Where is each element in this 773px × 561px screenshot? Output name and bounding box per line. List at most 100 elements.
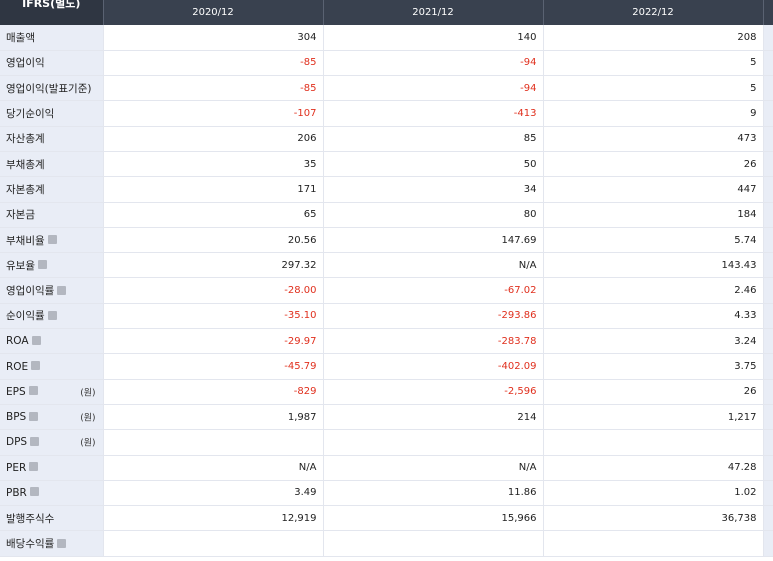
- value-cell: 15,966: [323, 505, 544, 532]
- row-label: 자본금: [6, 209, 35, 222]
- row-label: 유보율: [6, 259, 35, 272]
- info-icon[interactable]: [28, 386, 38, 396]
- info-icon[interactable]: [47, 310, 57, 320]
- info-icon[interactable]: [57, 285, 67, 295]
- value-cell: -85: [103, 50, 324, 77]
- row-edge: [763, 455, 773, 481]
- value-cell: 5: [543, 75, 764, 102]
- row-label: 영업이익률: [6, 285, 55, 298]
- value-cell: 26: [543, 379, 764, 405]
- table-row: 자본금 65 80 184: [0, 202, 773, 228]
- row-label: DPS: [6, 436, 28, 449]
- value-cell: 147.69: [323, 227, 544, 254]
- header-edge: [763, 0, 773, 25]
- row-label-cell: 매출액: [0, 25, 104, 51]
- financial-summary-table: IFRS(별도) 2020/12 2021/12 2022/12 매출액 304 1…: [0, 0, 773, 557]
- value-cell: 2.46: [543, 277, 764, 304]
- value-cell: 36,738: [543, 505, 764, 532]
- row-edge: [763, 404, 773, 431]
- accounting-standard-header: IFRS(별도): [0, 0, 104, 25]
- value-cell: 4.33: [543, 303, 764, 330]
- value-cell: -107: [103, 100, 324, 127]
- row-edge: [763, 252, 773, 279]
- value-cell: -45.79: [103, 353, 324, 380]
- value-cell: [323, 530, 544, 557]
- accounting-standard-label: IFRS(별도): [22, 0, 81, 10]
- row-label: ROA: [6, 335, 29, 348]
- info-icon[interactable]: [29, 462, 39, 472]
- row-edge: [763, 202, 773, 228]
- info-icon[interactable]: [29, 411, 39, 421]
- row-label-cell: 배당수익률: [0, 530, 104, 557]
- row-label-cell: 부채총계: [0, 151, 104, 178]
- value-cell: -29.97: [103, 328, 324, 355]
- info-icon[interactable]: [29, 487, 39, 497]
- row-label-cell: DPS (원): [0, 429, 104, 456]
- row-label: EPS: [6, 385, 26, 398]
- row-edge: [763, 100, 773, 127]
- row-edge: [763, 151, 773, 178]
- value-cell: -413: [323, 100, 544, 127]
- row-label: BPS: [6, 411, 27, 424]
- row-edge: [763, 505, 773, 532]
- value-cell: 47.28: [543, 455, 764, 481]
- value-cell: 447: [543, 176, 764, 203]
- row-edge: [763, 353, 773, 380]
- row-label: 매출액: [6, 31, 35, 44]
- row-edge: [763, 429, 773, 456]
- row-label-cell: 당기순이익: [0, 100, 104, 127]
- row-label: 부채비율: [6, 234, 45, 247]
- row-label-cell: PBR: [0, 480, 104, 507]
- info-icon[interactable]: [37, 260, 47, 270]
- row-edge: [763, 277, 773, 304]
- info-icon[interactable]: [31, 335, 41, 345]
- table-row: PER N/A N/A 47.28: [0, 455, 773, 481]
- row-label-cell: 순이익률: [0, 303, 104, 330]
- row-label: 영업이익: [6, 57, 45, 70]
- row-edge: [763, 480, 773, 507]
- row-label-cell: 영업이익: [0, 50, 104, 77]
- row-label-cell: ROE: [0, 353, 104, 380]
- info-icon[interactable]: [31, 361, 41, 370]
- value-cell: -829: [103, 379, 324, 405]
- row-label: 배당수익률: [6, 538, 55, 551]
- table-row: EPS (원) -829 -2,596 26: [0, 379, 773, 405]
- row-label-cell: EPS (원): [0, 379, 104, 405]
- value-cell: -35.10: [103, 303, 324, 330]
- value-cell: 171: [103, 176, 324, 203]
- row-label-cell: 영업이익(발표기준): [0, 75, 104, 102]
- unit-label: (원): [80, 438, 96, 449]
- value-cell: 214: [323, 404, 544, 431]
- row-label: 자본총계: [6, 183, 45, 196]
- value-cell: 473: [543, 126, 764, 152]
- row-label-cell: 부채비율: [0, 227, 104, 254]
- value-cell: 1,987: [103, 404, 324, 431]
- table-row: 발행주식수 12,919 15,966 36,738: [0, 505, 773, 532]
- value-cell: [543, 530, 764, 557]
- row-label-cell: PER: [0, 455, 104, 481]
- value-cell: -94: [323, 75, 544, 102]
- value-cell: -94: [323, 50, 544, 77]
- value-cell: 1.02: [543, 480, 764, 507]
- row-label: PER: [6, 461, 27, 474]
- value-cell: -2,596: [323, 379, 544, 405]
- info-icon[interactable]: [30, 436, 40, 446]
- row-label: 순이익률: [6, 310, 45, 323]
- value-cell: N/A: [323, 455, 544, 481]
- table-row: PBR 3.49 11.86 1.02: [0, 480, 773, 507]
- value-cell: 12,919: [103, 505, 324, 532]
- table-row: 자본총계 171 34 447: [0, 176, 773, 203]
- table-row: BPS (원) 1,987 214 1,217: [0, 404, 773, 431]
- period-header: 2020/12: [103, 0, 324, 25]
- info-icon[interactable]: [57, 538, 67, 548]
- value-cell: 208: [543, 25, 764, 51]
- value-cell: 184: [543, 202, 764, 228]
- value-cell: -85: [103, 75, 324, 102]
- table-row: ROE -45.79 -402.09 3.75: [0, 353, 773, 380]
- value-cell: -283.78: [323, 328, 544, 355]
- row-label: 영업이익(발표기준): [6, 82, 92, 95]
- info-icon[interactable]: [47, 235, 57, 245]
- table-row: 영업이익(발표기준) -85 -94 5: [0, 75, 773, 102]
- unit-label: (원): [80, 413, 96, 424]
- row-label: 발행주식수: [6, 512, 55, 525]
